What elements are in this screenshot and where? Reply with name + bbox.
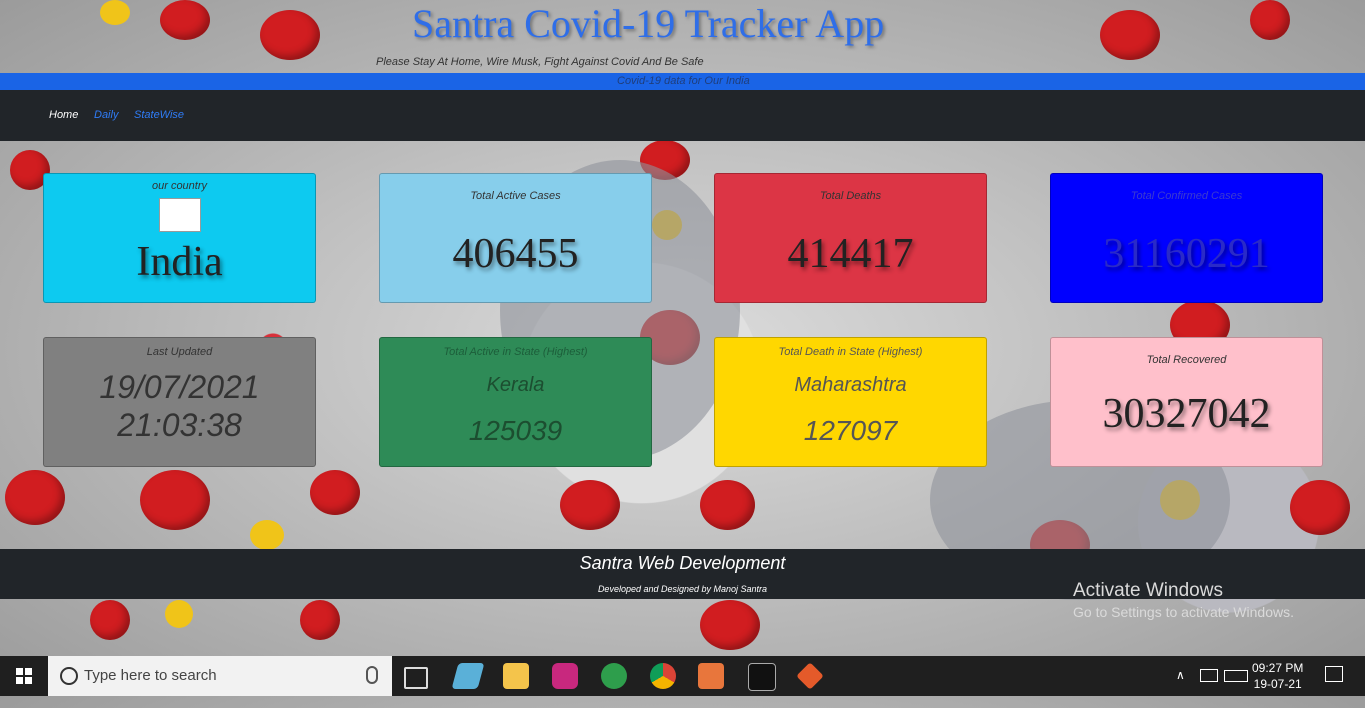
clock-time: 09:27 PM	[1252, 661, 1304, 675]
atom-icon[interactable]	[601, 663, 627, 689]
clock-date: 19-07-21	[1253, 677, 1302, 691]
activate-windows-watermark: Activate Windows Go to Settings to activ…	[1073, 580, 1294, 620]
taskbar: Type here to search ∧ 09:27 PM 19-07-21	[0, 656, 1365, 696]
card-active-state: Total Active in State (Highest) Kerala 1…	[379, 337, 652, 467]
card-death-state-value: 127097	[803, 415, 898, 446]
terminal-icon[interactable]	[748, 663, 776, 691]
flag-image	[158, 198, 201, 232]
cortana-icon	[60, 667, 78, 685]
app-title: Santra Covid-19 Tracker App	[412, 1, 885, 46]
card-recovered-label: Total Recovered	[1146, 354, 1227, 366]
card-total-deaths: Total Deaths 414417	[714, 173, 987, 303]
card-deaths-value: 414417	[787, 231, 914, 277]
notifications-icon[interactable]	[1325, 666, 1343, 682]
card-deaths-label: Total Deaths	[819, 190, 882, 202]
webstorm-icon[interactable]	[552, 663, 578, 689]
task-view-icon[interactable]	[404, 667, 428, 689]
card-active-cases: Total Active Cases 406455	[379, 173, 652, 303]
system-clock[interactable]: 09:27 PM 19-07-21	[1252, 660, 1303, 692]
card-active-state-value: 125039	[468, 415, 563, 446]
card-updated-time: 21:03:38	[117, 407, 242, 443]
card-updated-date: 19/07/2021	[99, 369, 260, 405]
microphone-icon[interactable]	[366, 666, 378, 684]
search-placeholder: Type here to search	[84, 667, 217, 684]
network-icon[interactable]	[1200, 669, 1218, 682]
card-confirmed-value: 31160291	[1103, 231, 1270, 277]
card-active-value: 406455	[452, 231, 579, 277]
nav-home[interactable]: Home	[49, 109, 78, 121]
card-country-label: our country	[151, 180, 208, 192]
file-explorer-icon[interactable]	[503, 663, 529, 689]
watermark-line1: Activate Windows	[1073, 580, 1223, 601]
card-confirmed-cases: Total Confirmed Cases 31160291	[1050, 173, 1323, 303]
card-confirmed-label: Total Confirmed Cases	[1130, 190, 1243, 202]
git-icon[interactable]	[796, 662, 824, 690]
card-country: our country India	[43, 173, 316, 303]
card-active-label: Total Active Cases	[470, 190, 561, 202]
card-last-updated: Last Updated 19/07/2021 21:03:38	[43, 337, 316, 467]
watermark-line2: Go to Settings to activate Windows.	[1073, 604, 1294, 620]
card-death-state-label: Total Death in State (Highest)	[778, 346, 923, 358]
taskbar-search[interactable]: Type here to search	[48, 656, 392, 696]
chrome-icon[interactable]	[650, 663, 676, 689]
header: Santra Covid-19 Tracker App Please Stay …	[0, 0, 1365, 73]
notepad-icon[interactable]	[451, 663, 485, 689]
media-player-icon[interactable]	[698, 663, 724, 689]
card-active-state-name: Kerala	[486, 374, 545, 396]
footer-title: Santra Web Development	[579, 553, 786, 573]
card-recovered-value: 30327042	[1102, 391, 1271, 437]
info-strip-text: Covid-19 data for Our India	[617, 75, 750, 87]
keyboard-icon[interactable]	[1224, 670, 1248, 682]
card-death-state-name: Maharashtra	[794, 374, 907, 396]
tagline: Please Stay At Home, Wire Musk, Fight Ag…	[376, 56, 704, 68]
card-country-value: India	[136, 239, 223, 285]
navbar	[0, 90, 1365, 141]
windows-icon	[16, 668, 32, 684]
tray-chevron-icon[interactable]: ∧	[1176, 668, 1185, 708]
card-total-recovered: Total Recovered 30327042	[1050, 337, 1323, 467]
nav-statewise[interactable]: StateWise	[134, 109, 184, 121]
card-death-state: Total Death in State (Highest) Maharasht…	[714, 337, 987, 467]
card-updated-label: Last Updated	[146, 346, 213, 358]
start-button[interactable]	[0, 656, 48, 696]
card-active-state-label: Total Active in State (Highest)	[443, 346, 588, 358]
nav-daily[interactable]: Daily	[94, 109, 118, 121]
